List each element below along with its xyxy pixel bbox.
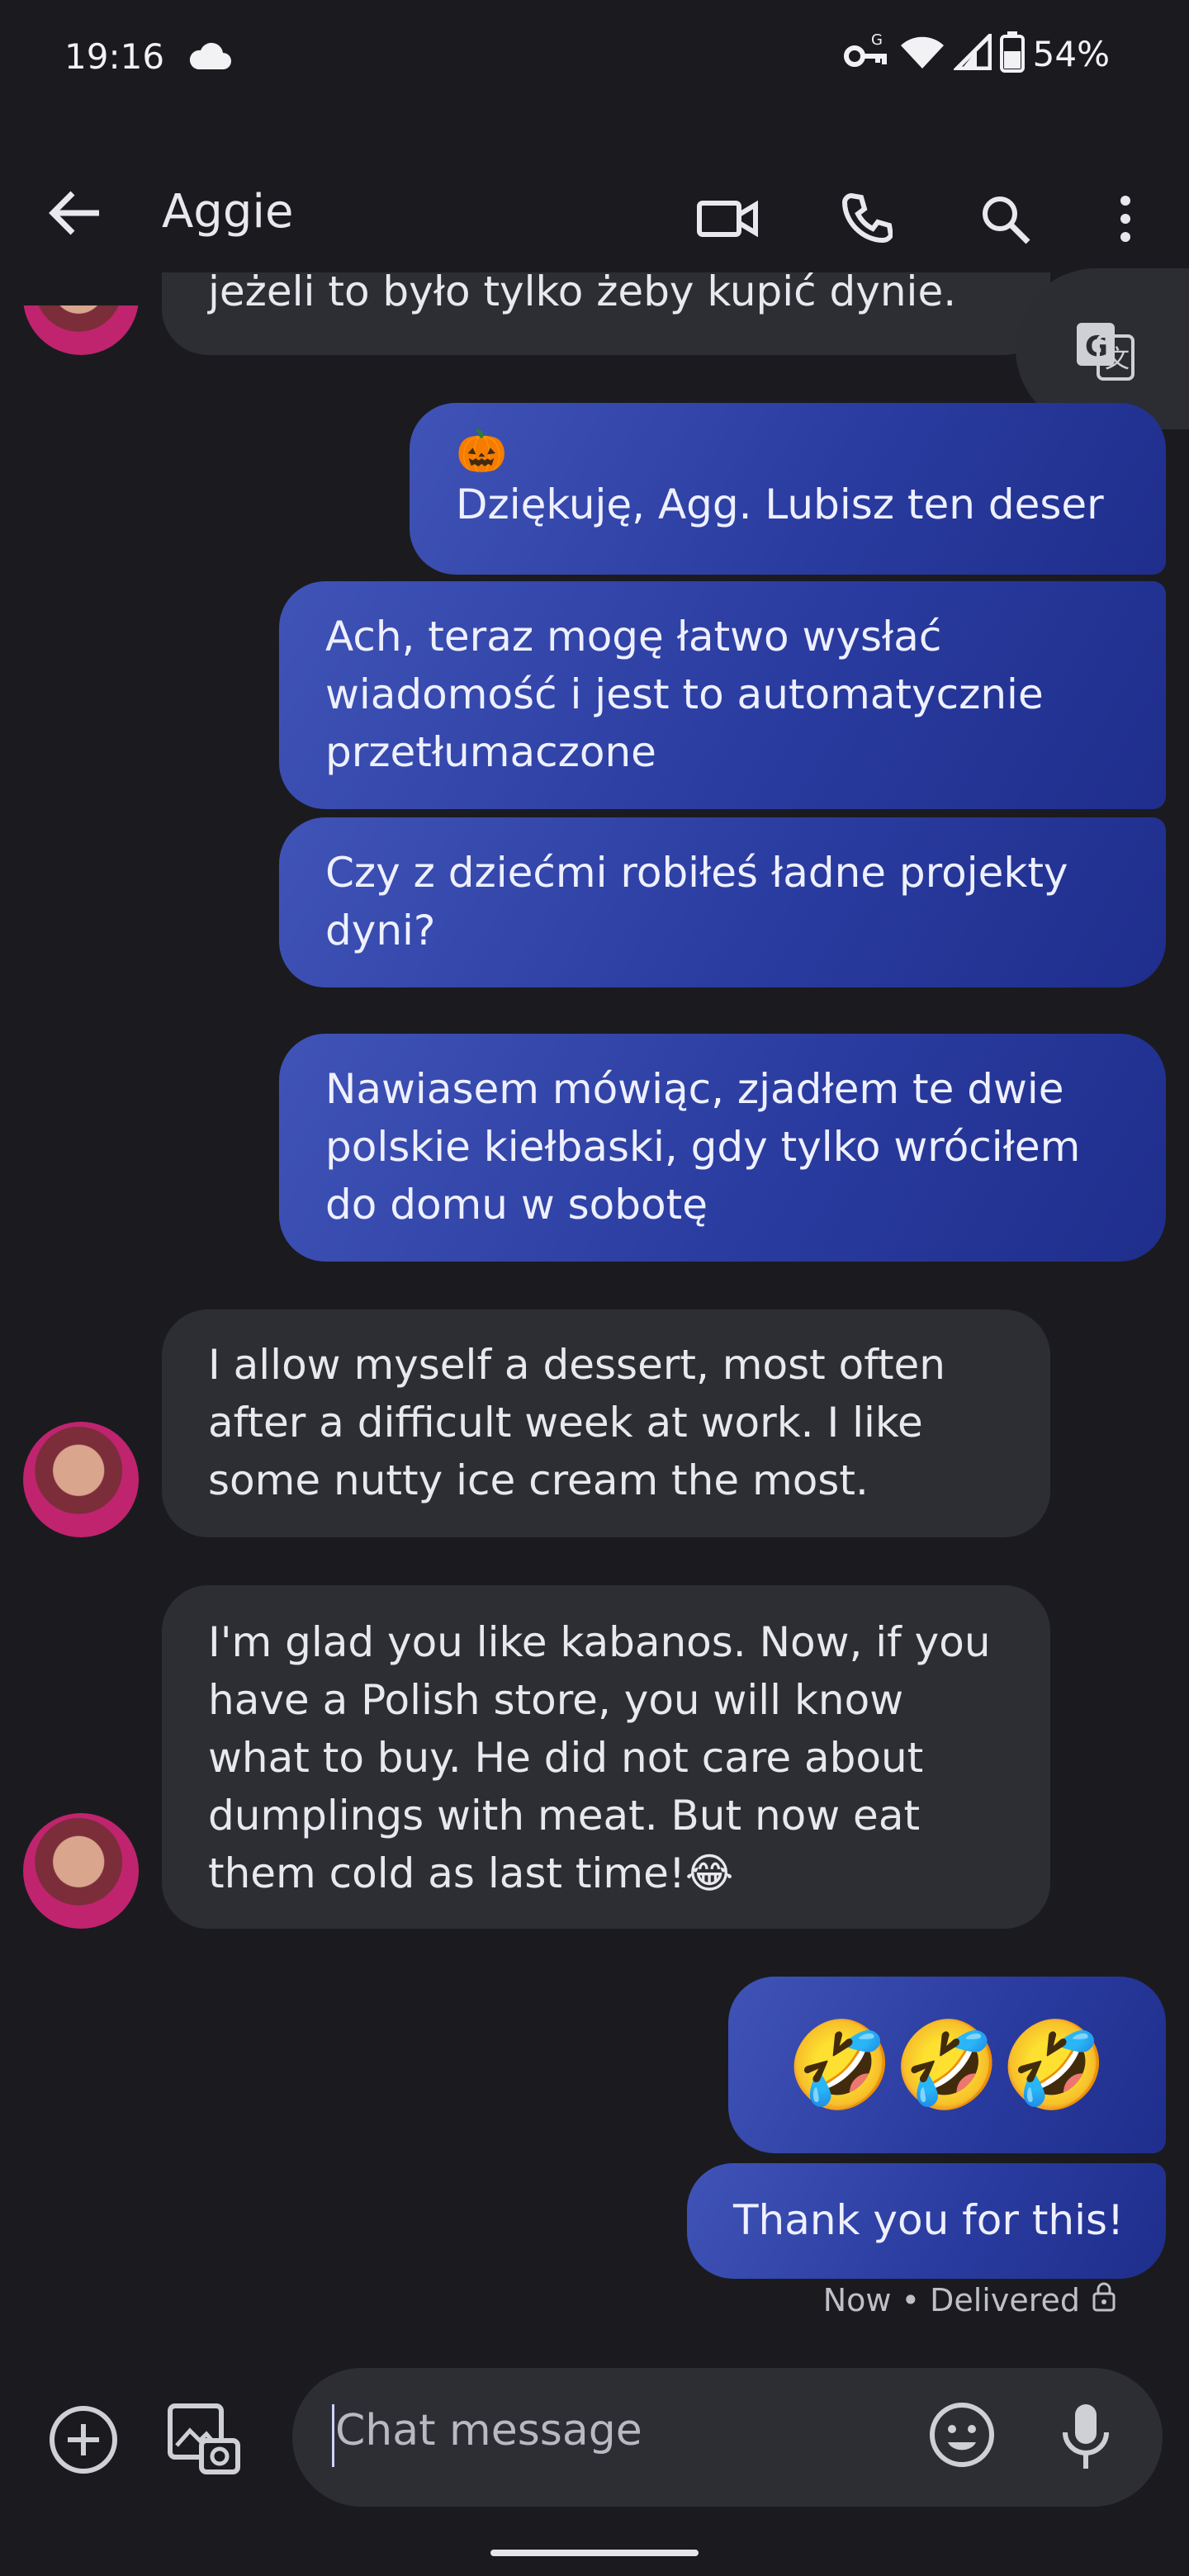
message-text: I'm glad you like kabanos. Now, if you h… bbox=[208, 1618, 991, 1897]
message-text: Nawiasem mówiąc, zjadłem te dwie polskie… bbox=[325, 1065, 1081, 1229]
svg-text:文: 文 bbox=[1105, 345, 1130, 374]
message-bubble-incoming[interactable]: jeżeli to było tylko żeby kupić dynie. bbox=[162, 272, 1050, 355]
avatar[interactable] bbox=[23, 1422, 139, 1537]
home-indicator[interactable] bbox=[490, 2550, 699, 2556]
translate-icon: G文 bbox=[1073, 320, 1136, 386]
back-arrow-icon[interactable] bbox=[48, 188, 114, 246]
app-bar: Aggie bbox=[0, 149, 1189, 272]
video-call-icon[interactable] bbox=[690, 182, 765, 256]
add-icon[interactable] bbox=[46, 2403, 121, 2480]
more-vert-icon[interactable] bbox=[1088, 182, 1163, 256]
delivery-status: Now • Delivered bbox=[823, 2280, 1116, 2319]
chat-message-input[interactable]: Chat message bbox=[292, 2368, 1163, 2507]
gallery-icon[interactable] bbox=[165, 2401, 243, 2482]
mic-icon[interactable] bbox=[1057, 2399, 1115, 2477]
status-icons: G 54% bbox=[841, 30, 1110, 76]
message-text: I allow myself a dessert, most often aft… bbox=[208, 1341, 945, 1504]
wifi-icon bbox=[899, 34, 945, 73]
battery-icon bbox=[999, 31, 1025, 76]
battery-percent: 54% bbox=[1032, 33, 1110, 74]
search-icon[interactable] bbox=[968, 182, 1042, 256]
message-text: Ach, teraz mogę łatwo wysłać wiadomość i… bbox=[325, 613, 1044, 776]
message-text: jeżeli to było tylko żeby kupić dynie. bbox=[208, 272, 957, 315]
delivery-status-text: Now • Delivered bbox=[822, 2281, 1080, 2318]
message-bubble-incoming[interactable]: I allow myself a dessert, most often aft… bbox=[162, 1309, 1050, 1537]
status-bar: 19:16 G 54% bbox=[0, 0, 1189, 116]
lock-icon bbox=[1092, 2280, 1116, 2319]
vpn-key-icon: G bbox=[841, 31, 891, 76]
text-caret bbox=[332, 2404, 334, 2467]
pumpkin-emoji: 🎃 bbox=[456, 427, 508, 475]
signal-icon bbox=[951, 30, 992, 73]
phone-icon[interactable] bbox=[829, 182, 903, 256]
cloud-icon bbox=[187, 41, 233, 74]
message-bubble-outgoing[interactable]: 🎃 Dziękuję, Agg. Lubisz ten deser bbox=[410, 403, 1166, 575]
conversation-title[interactable]: Aggie bbox=[162, 185, 293, 239]
message-bubble-outgoing[interactable]: Czy z dziećmi robiłeś ładne projekty dyn… bbox=[279, 817, 1166, 987]
message-bubble-outgoing[interactable]: Thank you for this! bbox=[687, 2163, 1166, 2279]
avatar[interactable] bbox=[23, 1813, 139, 1929]
emoji-icon[interactable] bbox=[926, 2399, 997, 2474]
message-text: Dziękuję, Agg. Lubisz ten deser bbox=[456, 481, 1104, 528]
message-bubble-incoming[interactable]: I'm glad you like kabanos. Now, if you h… bbox=[162, 1585, 1050, 1929]
message-bubble-outgoing[interactable]: Ach, teraz mogę łatwo wysłać wiadomość i… bbox=[279, 581, 1166, 809]
message-bubble-outgoing[interactable]: Nawiasem mówiąc, zjadłem te dwie polskie… bbox=[279, 1034, 1166, 1262]
message-bubble-outgoing[interactable]: 🤣🤣🤣 bbox=[728, 1977, 1166, 2153]
svg-text:G: G bbox=[871, 31, 883, 49]
message-text: Thank you for this! bbox=[733, 2196, 1125, 2244]
composer-bar: Chat message bbox=[0, 2353, 1189, 2518]
message-text: Czy z dziećmi robiłeś ładne projekty dyn… bbox=[325, 849, 1068, 954]
laughing-emoji-message: 🤣🤣🤣 bbox=[786, 2015, 1108, 2115]
clock: 19:16 bbox=[64, 36, 165, 77]
chat-message-placeholder: Chat message bbox=[335, 2406, 642, 2455]
